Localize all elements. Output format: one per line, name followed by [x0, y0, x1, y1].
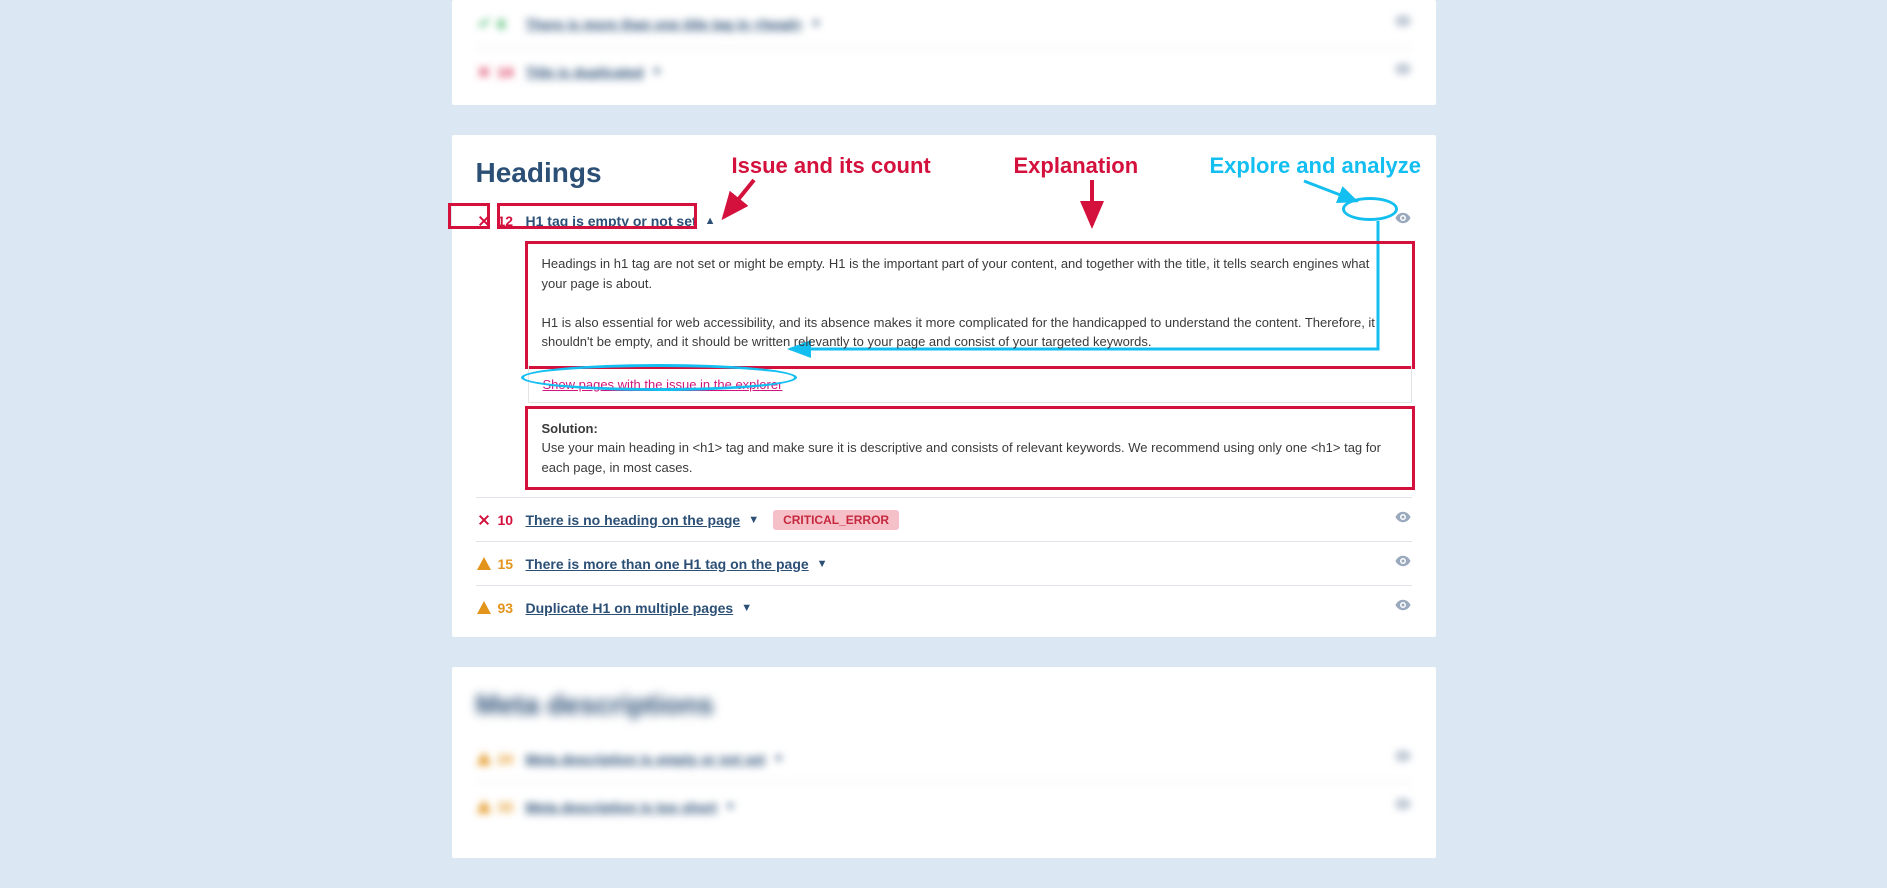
x-icon — [476, 64, 492, 80]
explore-button[interactable] — [1394, 209, 1412, 232]
issue-row-blurred: 14 Title is duplicated ▼ — [476, 47, 1412, 95]
issue-detail: Headings in h1 tag are not set or might … — [528, 244, 1412, 487]
eye-icon — [1394, 596, 1412, 614]
warning-icon — [476, 751, 492, 767]
explore-button[interactable] — [1394, 795, 1412, 818]
issue-row: 93 Duplicate H1 on multiple pages ▼ — [476, 585, 1412, 629]
eye-icon — [1394, 795, 1412, 813]
meta-card: Meta descriptions 24 Meta description is… — [452, 667, 1436, 858]
issue-row-expanded: 12 H1 tag is empty or not set ▲ — [476, 203, 1412, 242]
issue-link[interactable]: H1 tag is empty or not set — [526, 213, 697, 229]
issue-count: 10 — [498, 512, 514, 528]
chevron-down-icon: ▼ — [725, 801, 736, 813]
explore-button[interactable] — [1394, 747, 1412, 770]
warning-icon — [476, 556, 492, 572]
x-icon — [476, 512, 492, 528]
chevron-down-icon: ▼ — [817, 558, 828, 570]
issue-row-blurred: 8 There is more than one title tag in <h… — [476, 0, 1412, 47]
issue-link[interactable]: Meta description is empty or not set — [526, 751, 766, 767]
section-title: Headings — [476, 157, 1412, 189]
issue-count: 93 — [498, 600, 514, 616]
issue-row: 10 There is no heading on the page ▼ CRI… — [476, 497, 1412, 541]
severity-badge: CRITICAL_ERROR — [773, 510, 899, 530]
chevron-down-icon: ▼ — [748, 514, 759, 526]
issue-link[interactable]: Duplicate H1 on multiple pages — [526, 600, 734, 616]
issue-count: 14 — [498, 64, 514, 80]
explore-button[interactable] — [1394, 60, 1412, 83]
issue-link[interactable]: Meta description is too short — [526, 799, 717, 815]
issue-count: 33 — [498, 799, 514, 815]
check-icon — [476, 16, 492, 32]
section-title: Meta descriptions — [476, 689, 1412, 721]
eye-icon — [1394, 508, 1412, 526]
solution-text: Use your main heading in <h1> tag and ma… — [542, 440, 1381, 475]
issue-link[interactable]: There is more than one title tag in <hea… — [526, 16, 803, 32]
explanation-text: H1 is also essential for web accessibili… — [542, 313, 1398, 352]
eye-icon — [1394, 552, 1412, 570]
eye-icon — [1394, 12, 1412, 30]
x-icon — [476, 213, 492, 229]
chevron-up-icon: ▲ — [705, 215, 716, 227]
explore-button[interactable] — [1394, 596, 1412, 619]
issue-count: 15 — [498, 556, 514, 572]
issue-row-blurred: 24 Meta description is empty or not set … — [476, 735, 1412, 782]
explore-button[interactable] — [1394, 552, 1412, 575]
chevron-down-icon: ▼ — [773, 753, 784, 765]
warning-icon — [476, 600, 492, 616]
issue-count: 24 — [498, 751, 514, 767]
issue-row-blurred: 33 Meta description is too short ▼ — [476, 782, 1412, 830]
explanation-box: Headings in h1 tag are not set or might … — [528, 244, 1412, 366]
warning-icon — [476, 799, 492, 815]
show-pages-link[interactable]: Show pages with the issue in the explore… — [543, 377, 783, 392]
issue-link[interactable]: There is more than one H1 tag on the pag… — [526, 556, 809, 572]
issue-count: 8 — [498, 16, 506, 32]
issue-count: 12 — [498, 213, 514, 229]
eye-icon — [1394, 209, 1412, 227]
explore-button[interactable] — [1394, 12, 1412, 35]
eye-icon — [1394, 747, 1412, 765]
explanation-text: Headings in h1 tag are not set or might … — [542, 254, 1398, 293]
solution-label: Solution: — [542, 421, 598, 436]
chevron-down-icon: ▼ — [810, 18, 821, 30]
issue-row: 15 There is more than one H1 tag on the … — [476, 541, 1412, 585]
titles-card: 8 There is more than one title tag in <h… — [452, 0, 1436, 105]
issue-link[interactable]: There is no heading on the page — [526, 512, 741, 528]
show-link-row: Show pages with the issue in the explore… — [528, 366, 1412, 403]
explore-button[interactable] — [1394, 508, 1412, 531]
eye-icon — [1394, 60, 1412, 78]
solution-box: Solution: Use your main heading in <h1> … — [528, 409, 1412, 488]
issue-link[interactable]: Title is duplicated — [526, 64, 644, 80]
chevron-down-icon: ▼ — [652, 66, 663, 78]
chevron-down-icon: ▼ — [741, 602, 752, 614]
headings-card: Issue and its count Explanation Explore … — [452, 135, 1436, 637]
